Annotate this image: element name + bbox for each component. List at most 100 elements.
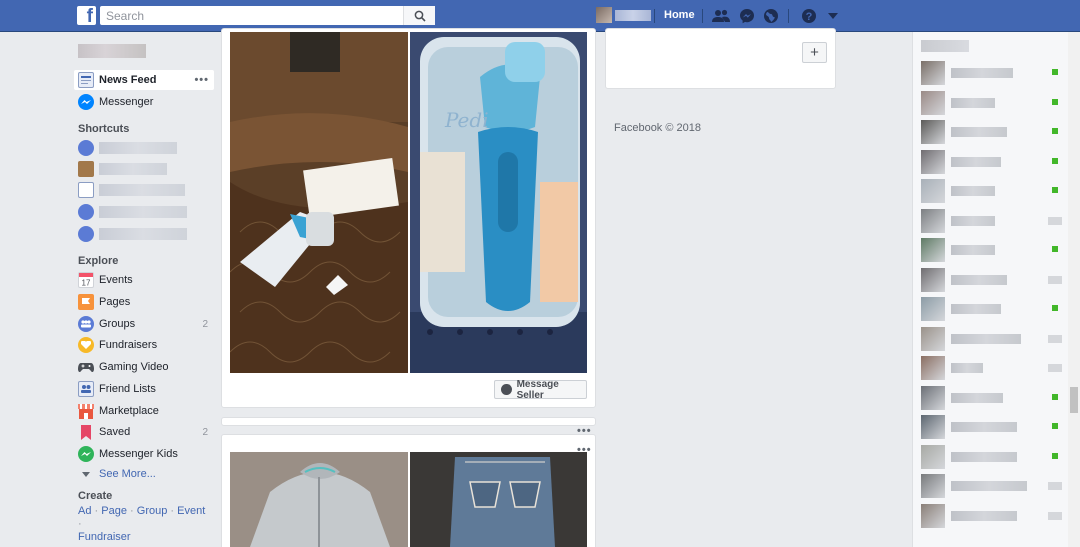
groups-icon	[78, 316, 94, 332]
facebook-logo[interactable]: f	[77, 6, 96, 25]
see-more-link[interactable]: See More...	[74, 464, 214, 484]
shortcut-item[interactable]	[74, 224, 214, 244]
create-group-link[interactable]: Group	[137, 505, 168, 517]
avatar	[921, 238, 945, 262]
svg-text:?: ?	[806, 11, 813, 23]
chat-contact-row[interactable]	[921, 90, 1066, 116]
nav-item-news-feed[interactable]: News Feed •••	[74, 70, 214, 90]
nav-item-groups[interactable]: Groups 2	[74, 314, 214, 334]
search-input[interactable]	[100, 6, 390, 25]
shortcut-label-blurred	[99, 163, 167, 175]
nav-label: Fundraisers	[99, 339, 158, 351]
chevron-down-icon	[78, 466, 94, 482]
profile-name-blurred[interactable]	[615, 10, 651, 21]
nav-item-gaming-video[interactable]: Gaming Video	[74, 357, 214, 377]
shortcut-item[interactable]	[74, 180, 214, 200]
online-status-indicator	[1052, 69, 1058, 75]
last-active-indicator	[1048, 511, 1062, 520]
avatar	[921, 503, 945, 528]
last-active-indicator	[1048, 216, 1062, 225]
listing-photo-jacket[interactable]	[230, 452, 408, 547]
chat-contact-row[interactable]	[921, 296, 1066, 322]
home-link[interactable]: Home	[664, 9, 695, 21]
nav-item-messenger[interactable]: Messenger	[74, 92, 214, 112]
help-icon[interactable]: ?	[800, 7, 818, 25]
avatar	[921, 179, 945, 203]
contact-name-blurred	[951, 186, 995, 196]
messenger-icon	[501, 384, 512, 395]
nav-item-fundraisers[interactable]: Fundraisers	[74, 335, 214, 355]
listing-photo-pedi-packaged[interactable]: Pedi	[410, 32, 587, 373]
online-status-indicator	[1052, 423, 1058, 429]
last-active-indicator	[1048, 275, 1062, 284]
shortcut-label-blurred	[99, 184, 185, 196]
chat-contact-row[interactable]	[921, 149, 1066, 175]
shortcut-item[interactable]	[74, 159, 214, 179]
gamepad-icon	[78, 359, 94, 375]
shortcut-item[interactable]	[74, 202, 214, 222]
scrollbar[interactable]	[1068, 32, 1080, 547]
profile-avatar[interactable]	[596, 7, 612, 23]
create-page-link[interactable]: Page	[101, 505, 127, 517]
add-button[interactable]: +	[802, 42, 827, 63]
search-button[interactable]	[403, 6, 435, 25]
nav-item-pages[interactable]: Pages	[74, 292, 214, 312]
message-seller-button[interactable]: Message Seller	[494, 379, 587, 401]
shortcut-item[interactable]	[74, 138, 214, 158]
footer-copyright: Facebook © 2018	[614, 122, 701, 134]
contact-name-blurred	[951, 363, 983, 373]
chat-contact-row[interactable]	[921, 119, 1066, 145]
friend-requests-icon[interactable]	[712, 7, 730, 25]
messenger-icon[interactable]	[738, 7, 756, 25]
chat-contact-row[interactable]	[921, 237, 1066, 263]
online-status-indicator	[1052, 98, 1058, 105]
listing-photo-pedi-on-couch[interactable]	[230, 32, 408, 373]
last-active-indicator	[1048, 364, 1062, 372]
chat-contact-row[interactable]	[921, 385, 1066, 411]
shop-icon	[78, 403, 94, 419]
nav-item-friend-lists[interactable]: Friend Lists	[74, 379, 214, 399]
chat-contact-row[interactable]	[921, 326, 1066, 352]
search-box	[100, 6, 435, 25]
chat-contact-row[interactable]	[921, 267, 1066, 293]
saved-count: 2	[202, 426, 208, 438]
more-options-icon[interactable]: •••	[194, 74, 209, 86]
divider	[702, 9, 703, 23]
contact-name-blurred	[951, 245, 995, 255]
chat-contact-row[interactable]	[921, 355, 1066, 381]
shortcut-label-blurred	[99, 142, 177, 154]
user-profile-link-blurred[interactable]	[78, 44, 146, 58]
group-icon	[78, 226, 94, 242]
create-ad-link[interactable]: Ad	[78, 505, 91, 517]
nav-item-events[interactable]: 17 Events	[74, 270, 214, 290]
chat-contact-row[interactable]	[921, 60, 1066, 86]
book-icon	[78, 182, 94, 198]
create-links: Ad · Page · Group · Event · Fundraiser	[78, 505, 208, 544]
notifications-globe-icon[interactable]	[762, 7, 780, 25]
chat-contact-row[interactable]	[921, 208, 1066, 234]
last-active-indicator	[1048, 334, 1062, 343]
chat-contact-row[interactable]	[921, 444, 1066, 470]
post-options-icon[interactable]: •••	[577, 425, 592, 437]
messenger-icon	[78, 94, 94, 110]
nav-item-marketplace[interactable]: Marketplace	[74, 401, 214, 421]
create-fundraiser-link[interactable]: Fundraiser	[78, 531, 131, 543]
online-status-indicator	[1052, 187, 1058, 193]
scrollbar-thumb[interactable]	[1070, 387, 1078, 413]
avatar	[921, 208, 945, 233]
create-event-link[interactable]: Event	[177, 505, 205, 517]
divider	[654, 9, 655, 23]
chat-contact-row[interactable]	[921, 178, 1066, 204]
chat-contact-row[interactable]	[921, 503, 1066, 529]
avatar	[921, 149, 945, 174]
news-feed-icon	[78, 72, 94, 88]
chat-contact-row[interactable]	[921, 473, 1066, 499]
calendar-icon: 17	[78, 272, 94, 288]
listing-photo-jeans[interactable]	[410, 452, 587, 547]
nav-item-messenger-kids[interactable]: Messenger Kids	[74, 444, 214, 464]
contact-name-blurred	[951, 451, 1017, 462]
avatar	[921, 120, 945, 144]
chat-contact-row[interactable]	[921, 414, 1066, 440]
account-menu-chevron-icon[interactable]	[824, 7, 842, 25]
nav-item-saved[interactable]: Saved 2	[74, 422, 214, 442]
